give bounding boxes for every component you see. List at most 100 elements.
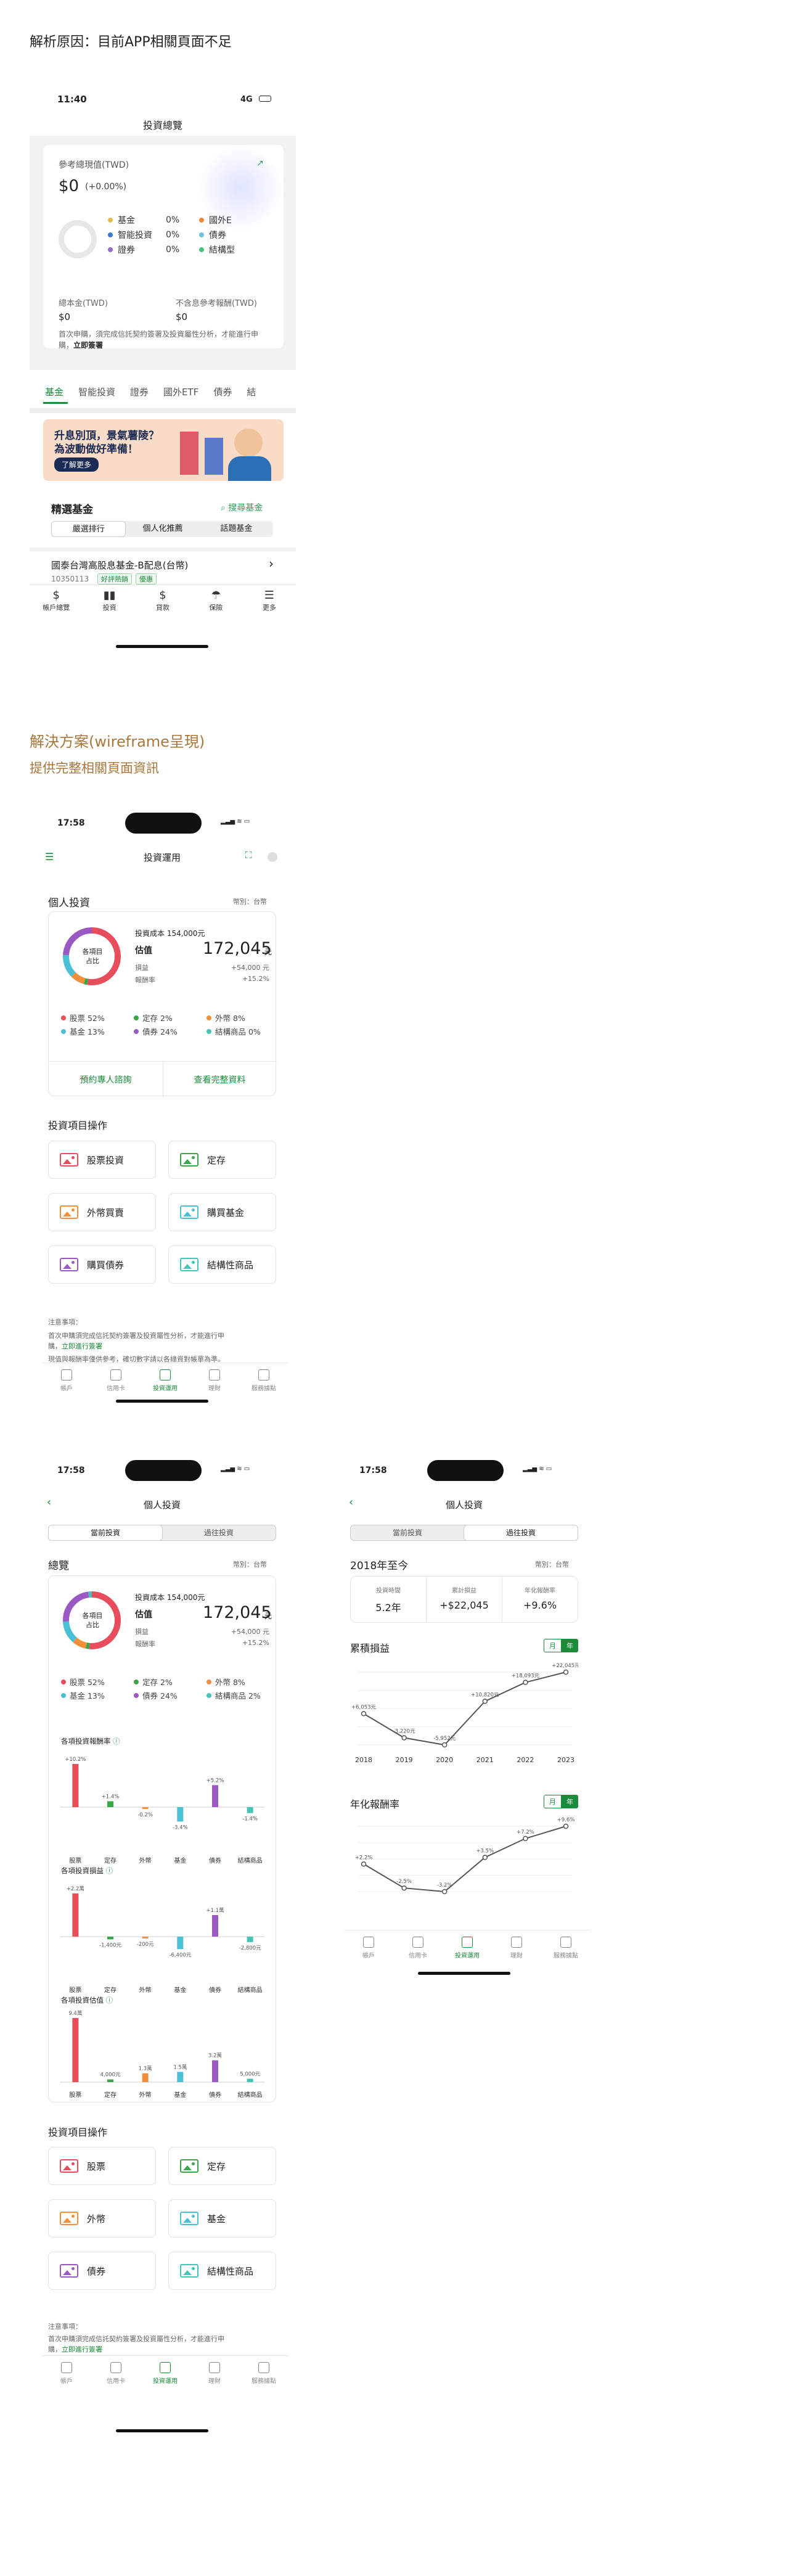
nav-2[interactable]: $ 貸款 — [136, 585, 189, 619]
data-point — [361, 1711, 367, 1717]
tab-4[interactable]: 債券 — [213, 385, 232, 398]
bar — [247, 2078, 253, 2082]
nav-1[interactable]: 信用卡 — [91, 2362, 141, 2385]
nav-4[interactable]: 服務據點 — [239, 1369, 288, 1392]
op-button-0[interactable]: 股票投資 — [48, 1141, 156, 1179]
old-note: 首次申購，須完成信託契約簽署及投資屬性分析，才能進行申購，立即簽署 — [59, 330, 259, 350]
view-detail-button[interactable]: 查看完整資料 — [163, 1073, 277, 1086]
op-button-5[interactable]: 結構性商品 — [168, 2252, 276, 2290]
legend-item: 基金 13% — [61, 1025, 105, 1037]
tab-current[interactable]: 當前投資 — [49, 1525, 162, 1540]
tick-label: 股票 — [69, 1987, 81, 1994]
nav-0[interactable]: $ 帳戶總覽 — [30, 585, 83, 619]
nav-3[interactable]: 理財 — [190, 1369, 239, 1392]
pl-label: 不含息參考報酬(TWD) — [176, 299, 257, 308]
data-point — [523, 1680, 528, 1685]
op-button-4[interactable]: 購買債券 — [48, 1245, 156, 1284]
nav-4[interactable]: ☰ 更多 — [243, 585, 296, 619]
op-button-4[interactable]: 債券 — [48, 2252, 156, 2290]
tab-3[interactable]: 國外ETF — [163, 385, 198, 398]
donut-slice — [63, 1621, 77, 1643]
op-button-3[interactable]: 購買基金 — [168, 1193, 276, 1231]
nav-3[interactable]: 理財 — [492, 1937, 541, 1959]
nav-3[interactable]: ☂ 保險 — [189, 585, 242, 619]
tick-label: 2022 — [517, 1756, 534, 1764]
nav-icon — [160, 2362, 171, 2373]
consult-button[interactable]: 預約專人諮詢 — [49, 1073, 163, 1086]
data-label: 9.4萬 — [68, 2010, 82, 2017]
segment-control: 當前投資 過往投資 — [350, 1525, 578, 1541]
nav-0[interactable]: 帳戶 — [42, 2362, 91, 2385]
nav-4[interactable]: 服務據點 — [239, 2362, 288, 2385]
op-button-3[interactable]: 基金 — [168, 2199, 276, 2238]
nav-0[interactable]: 帳戶 — [42, 1369, 91, 1392]
tab-2[interactable]: 證券 — [130, 385, 149, 398]
nav-4[interactable]: 服務據點 — [541, 1937, 591, 1959]
tab-0[interactable]: 基金 — [45, 385, 63, 398]
op-button-1[interactable]: 定存 — [168, 2147, 276, 2185]
page-title: 個人投資 — [445, 1499, 483, 1511]
learn-more-button[interactable]: 了解更多 — [54, 457, 99, 472]
sign-link[interactable]: 立即進行簽署 — [62, 1342, 102, 1350]
status-time: 11:40 — [57, 94, 87, 105]
data-point — [482, 1855, 488, 1860]
image-icon — [180, 1205, 198, 1219]
nav-0[interactable]: 帳戶 — [344, 1937, 393, 1959]
op-button-5[interactable]: 結構性商品 — [168, 1245, 276, 1284]
nav-icon — [61, 2362, 72, 2373]
old-app-screenshot: 11:40 4G 投資總覽 參考總現值(TWD) ↗ $0 (+0.00%) 基… — [30, 86, 296, 654]
tick-label: 基金 — [174, 1856, 186, 1864]
bar — [212, 1915, 218, 1937]
op-button-0[interactable]: 股票 — [48, 2147, 156, 2185]
scan-icon[interactable]: ⛶ — [245, 850, 252, 861]
op-button-2[interactable]: 外幣 — [48, 2199, 156, 2238]
expand-icon[interactable]: ↗ — [256, 158, 264, 168]
sign-link[interactable]: 立即進行簽署 — [62, 2345, 102, 2353]
filter-2[interactable]: 話題基金 — [200, 521, 273, 537]
old-bottom-nav: $ 帳戶總覽 ▮▮ 投資 $ 貸款 ☂ 保險 ☰ 更多 — [30, 585, 296, 619]
principal-value: $0 — [59, 311, 71, 322]
bar — [72, 2018, 79, 2082]
toggle-month[interactable]: 月 — [544, 1639, 562, 1652]
tab-5[interactable]: 結 — [247, 385, 256, 398]
profit-loss-chart: +2.2萬股票 -1,400元定存 -200元外幣 -6,400元基金 +1.1萬債券 -… — [60, 1885, 264, 1994]
bottom-nav: 帳戶 信用卡 投資運用 理財 服務據點 — [42, 1363, 288, 1397]
nav-1[interactable]: ▮▮ 投資 — [83, 585, 136, 619]
avatar[interactable] — [268, 852, 277, 862]
pl-value: +54,000 元 — [231, 964, 269, 972]
tab-current[interactable]: 當前投資 — [351, 1525, 464, 1540]
toggle-year[interactable]: 年 — [562, 1639, 578, 1652]
search-fund-link[interactable]: ⌕ 搜尋基金 — [221, 501, 263, 514]
nav-1[interactable]: 信用卡 — [91, 1369, 141, 1392]
data-label: -0.2% — [137, 1812, 153, 1818]
summary-card: 參考總現值(TWD) ↗ $0 (+0.00%) 基金 0% 國外E 智能投資 0% 債券… — [43, 145, 284, 350]
status-network: 4G — [240, 95, 253, 104]
cost-label: 投資成本 154,000元 — [135, 929, 205, 938]
fund-name[interactable]: 國泰台灣高股息基金-B配息(台幣) — [51, 559, 188, 572]
nav-2[interactable]: 投資運用 — [141, 1369, 190, 1392]
op-button-2[interactable]: 外幣買賣 — [48, 1193, 156, 1231]
toggle-year[interactable]: 年 — [562, 1795, 578, 1808]
nav-1[interactable]: 信用卡 — [393, 1937, 443, 1959]
op-button-1[interactable]: 定存 — [168, 1141, 276, 1179]
nav-2[interactable]: 投資運用 — [141, 2362, 190, 2385]
tab-1[interactable]: 智能投資 — [78, 385, 115, 398]
chevron-right-icon[interactable]: › — [269, 556, 274, 571]
tab-past[interactable]: 過往投資 — [162, 1525, 276, 1540]
filter-1[interactable]: 個人化推薦 — [126, 521, 199, 537]
nav-2[interactable]: 投資運用 — [443, 1937, 492, 1959]
toggle-month[interactable]: 月 — [544, 1795, 562, 1808]
data-label: -3,220元 — [393, 1728, 415, 1734]
donut-slice — [71, 972, 86, 985]
legend-item: 基金 0% — [108, 214, 179, 226]
tick-label: 外幣 — [139, 1987, 152, 1994]
promo-banner[interactable]: 升息別頂，景氣薯陵？ 為波動做好準備！ 了解更多 — [43, 419, 284, 481]
data-label: +22,045元 — [552, 1663, 578, 1669]
sign-now-link[interactable]: 立即簽署 — [73, 341, 103, 350]
solution-subtitle: 提供完整相關頁面資訊 — [30, 761, 159, 776]
filter-0[interactable]: 嚴選排行 — [51, 521, 126, 537]
nav-3[interactable]: 理財 — [190, 2362, 239, 2385]
fund-filters: 嚴選排行 個人化推薦 話題基金 — [51, 521, 273, 537]
data-label: +2.2% — [355, 1855, 373, 1861]
tab-past[interactable]: 過往投資 — [464, 1525, 578, 1540]
